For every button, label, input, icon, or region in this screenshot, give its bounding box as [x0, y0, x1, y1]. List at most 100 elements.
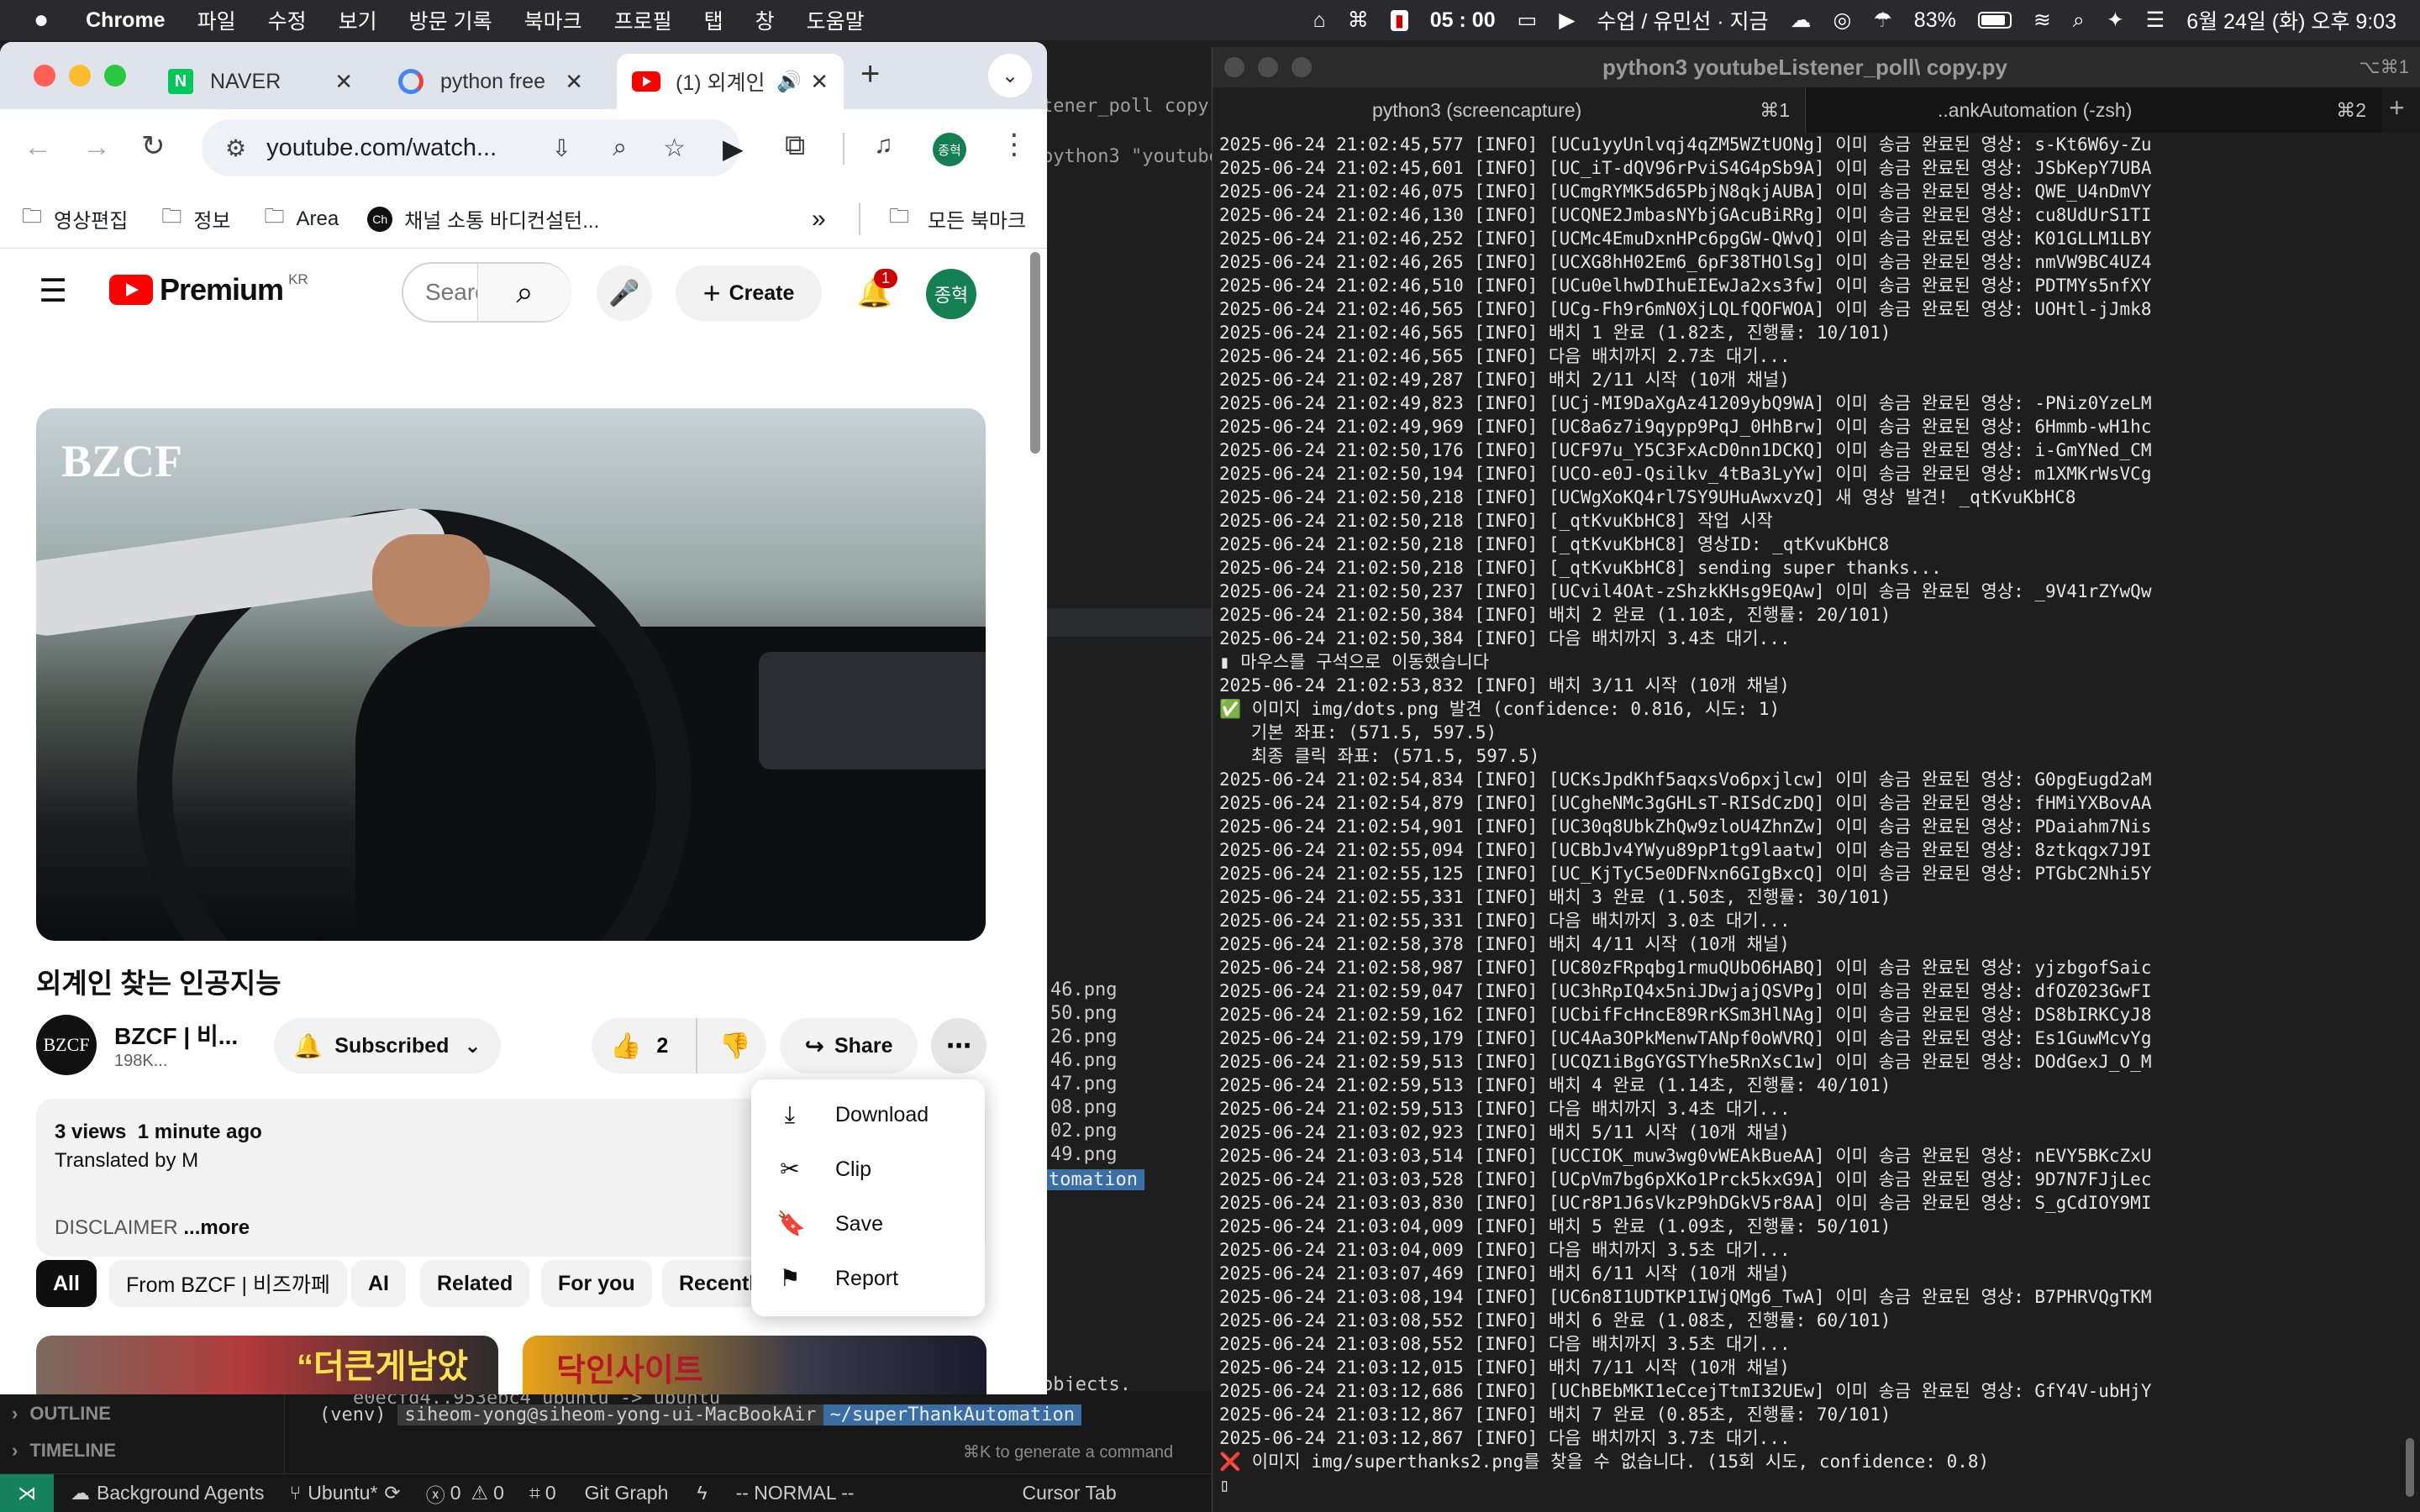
chip-related[interactable]: Related: [420, 1260, 530, 1307]
back-button[interactable]: ←: [24, 131, 52, 164]
close-tab-icon[interactable]: ✕: [565, 69, 583, 95]
terminal-scrollbar[interactable]: [2406, 1438, 2414, 1497]
search-button[interactable]: ⌕: [477, 264, 571, 321]
wifi-extra-icon[interactable]: ⌂: [1313, 8, 1326, 33]
menubar-item[interactable]: 도움말: [807, 5, 865, 35]
menubar-timer[interactable]: 05 : 00: [1430, 8, 1496, 33]
new-terminal-tab-button[interactable]: +: [2389, 92, 2405, 123]
youtube-logo[interactable]: Premium KR: [109, 271, 308, 307]
cursor-tab[interactable]: Cursor Tab: [1023, 1482, 1117, 1504]
info-count[interactable]: 0: [545, 1482, 556, 1504]
git-graph[interactable]: Git Graph: [585, 1482, 669, 1504]
cloud-icon[interactable]: ☁: [1791, 8, 1812, 33]
wifi-icon[interactable]: ≋: [2033, 8, 2051, 33]
dislike-button[interactable]: 👎: [697, 1032, 750, 1061]
url-text[interactable]: youtube.com/watch...: [266, 134, 497, 162]
chip-from-channel[interactable]: From BZCF | 비즈까페: [109, 1260, 347, 1307]
apple-icon[interactable]: ●: [34, 6, 49, 34]
video-player[interactable]: BZCF: [36, 408, 986, 941]
weather-icon[interactable]: ☂: [1873, 8, 1891, 33]
like-button[interactable]: 👍 2: [592, 1018, 697, 1074]
subscribed-button[interactable]: 🔔 Subscribed ⌄: [274, 1018, 501, 1074]
all-bookmarks[interactable]: 모든 북마크: [928, 204, 1026, 234]
menu-item-download[interactable]: ⤓ Download: [751, 1088, 985, 1142]
menubar-item[interactable]: 프로필: [614, 5, 672, 35]
branch-name[interactable]: Ubuntu*: [308, 1482, 377, 1504]
menubar-item[interactable]: 탭: [704, 5, 723, 35]
menubar-app-name[interactable]: Chrome: [86, 8, 165, 33]
menubar-item[interactable]: 북마크: [524, 5, 582, 35]
tab-naver[interactable]: N NAVER ✕: [153, 54, 368, 109]
close-tab-icon[interactable]: ✕: [334, 69, 353, 95]
window-icon[interactable]: ▭: [1518, 8, 1538, 33]
maximize-window-button[interactable]: [1292, 57, 1312, 77]
site-info-icon[interactable]: ⚙: [225, 134, 246, 162]
minimize-window-button[interactable]: [69, 65, 91, 87]
battery-percent[interactable]: 83%: [1914, 8, 1956, 33]
search-icon[interactable]: ⌕: [2073, 8, 2085, 33]
error-count[interactable]: 0: [450, 1482, 461, 1504]
chip-all[interactable]: All: [36, 1260, 97, 1307]
channel-name[interactable]: BZCF | 비...: [114, 1018, 238, 1052]
lightning-icon[interactable]: ϟ: [697, 1482, 707, 1504]
bookmark-item[interactable]: 정보: [193, 204, 230, 234]
voice-search-button[interactable]: 🎤: [597, 265, 652, 321]
new-tab-button[interactable]: +: [860, 55, 880, 93]
close-window-button[interactable]: [34, 65, 55, 87]
close-window-button[interactable]: [1224, 57, 1244, 77]
battery-icon[interactable]: [1977, 12, 2012, 29]
related-thumbnail[interactable]: “더큰게남았다”: [36, 1336, 498, 1394]
zoom-icon[interactable]: ⌕: [613, 134, 627, 162]
notifications-button[interactable]: 🔔 1: [847, 265, 902, 321]
channel-avatar[interactable]: BZCF: [36, 1015, 97, 1075]
create-button[interactable]: + Create: [676, 265, 822, 321]
tab-search-button[interactable]: ⌄: [988, 54, 1032, 97]
page-scrollbar[interactable]: [1030, 252, 1040, 454]
media-controls-icon[interactable]: ♫: [874, 131, 893, 160]
bookmarks-overflow[interactable]: »: [812, 205, 826, 234]
menu-item-report[interactable]: ⚑ Report: [751, 1252, 985, 1305]
more-menu-icon[interactable]: ⋮: [1000, 128, 1028, 161]
bookmark-star-icon[interactable]: ☆: [663, 134, 686, 163]
forward-button[interactable]: →: [82, 131, 111, 164]
app-status-icon[interactable]: ✦: [2107, 8, 2124, 33]
sync-icon[interactable]: ⟳: [384, 1482, 400, 1504]
minimize-window-button[interactable]: [1258, 57, 1278, 77]
play-icon[interactable]: ▶: [1559, 8, 1575, 33]
menubar-datetime[interactable]: 6월 24일 (화) 오후 9:03: [2186, 5, 2396, 35]
command-icon[interactable]: ⌘: [1348, 8, 1369, 33]
bookmark-item[interactable]: Area: [297, 207, 339, 231]
chip-ai[interactable]: AI: [351, 1260, 406, 1307]
youtube-extension-icon[interactable]: ▶: [723, 133, 744, 165]
menubar-item[interactable]: 보기: [339, 5, 377, 35]
outline-section[interactable]: › OUTLINE: [12, 1403, 111, 1425]
timeline-section[interactable]: › TIMELINE: [12, 1440, 116, 1462]
show-more-link[interactable]: ...more: [183, 1216, 250, 1239]
share-button[interactable]: ↪ Share: [780, 1018, 918, 1074]
control-center-icon[interactable]: ☰: [2146, 8, 2165, 33]
related-thumbnail[interactable]: 닥인사이트: [523, 1336, 986, 1394]
calendar-icon[interactable]: ▮: [1390, 9, 1408, 31]
menubar-item[interactable]: 수정: [268, 5, 307, 35]
install-icon[interactable]: ⇩: [552, 134, 571, 162]
menubar-item[interactable]: 창: [755, 5, 775, 35]
warning-count[interactable]: 0: [493, 1482, 504, 1504]
close-tab-icon[interactable]: ✕: [810, 69, 829, 95]
menu-item-save[interactable]: 🔖 Save: [751, 1197, 985, 1251]
audio-icon[interactable]: 🔊: [776, 70, 802, 94]
background-agents[interactable]: Background Agents: [97, 1482, 264, 1504]
reload-button[interactable]: ↻: [141, 129, 166, 163]
terminal-tab-active[interactable]: python3 (screencapture) ⌘1: [1213, 87, 1806, 133]
editor-tab-partial[interactable]: tener_poll copy.p: [1042, 96, 1231, 117]
hamburger-menu-icon[interactable]: ☰: [39, 272, 67, 310]
profile-avatar[interactable]: 종혁: [933, 133, 966, 166]
maximize-window-button[interactable]: [104, 65, 126, 87]
remote-indicator[interactable]: ⋊: [0, 1473, 54, 1512]
now-playing[interactable]: 수업 / 유민선 · 지금: [1597, 5, 1768, 35]
airdrop-icon[interactable]: ◎: [1833, 8, 1852, 33]
terminal-tab[interactable]: ..ankAutomation (-zsh) ⌘2: [1807, 87, 2381, 133]
address-bar[interactable]: ⚙ youtube.com/watch... ⇩ ⌕ ☆: [202, 119, 739, 176]
tab-google[interactable]: python free ✕: [383, 54, 598, 109]
bookmark-item[interactable]: 영상편집: [54, 204, 128, 234]
bookmark-item[interactable]: 채널 소통 바디컨설턴...: [404, 204, 599, 234]
